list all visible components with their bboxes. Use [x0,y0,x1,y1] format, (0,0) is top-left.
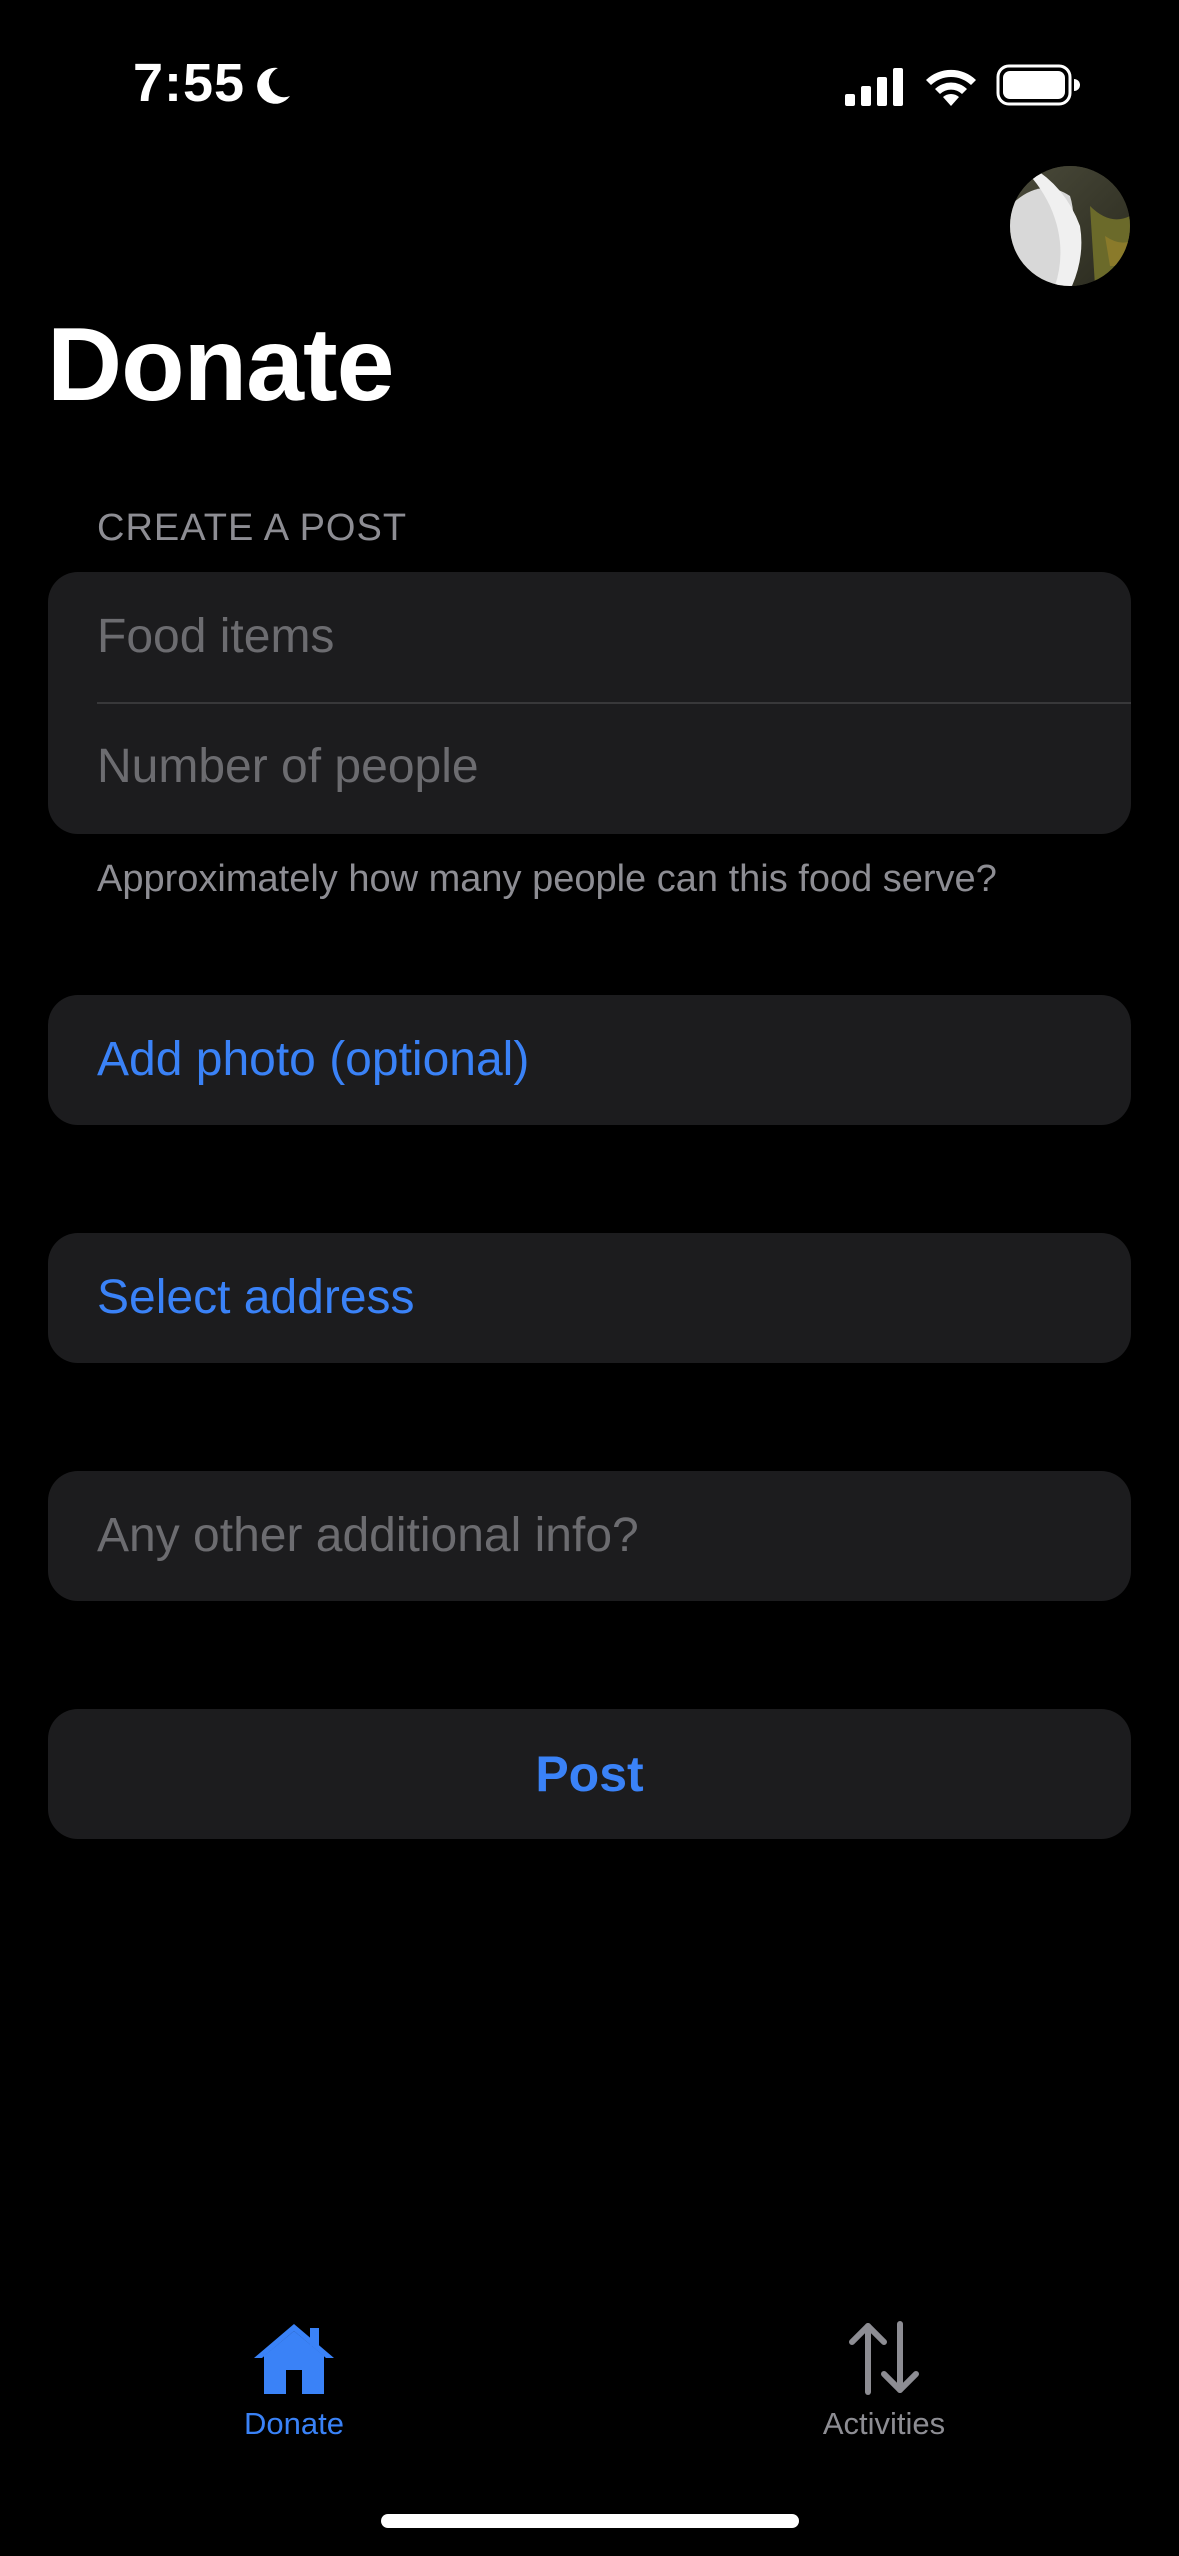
signal-icon [845,68,903,106]
status-time: 7:55 [133,53,246,113]
section-header: CREATE A POST [97,507,408,549]
select-address-button[interactable]: Select address [48,1233,1131,1363]
moon-icon [257,67,290,104]
additional-info-placeholder: Any other additional info? [97,1509,639,1562]
number-of-people-footer: Approximately how many people can this f… [97,858,997,900]
food-items-placeholder: Food items [97,610,335,663]
post-button-label: Post [535,1746,644,1802]
tab-donate[interactable]: Donate [144,2320,444,2480]
post-button[interactable]: Post [48,1709,1131,1839]
home-indicator[interactable] [381,2514,799,2528]
additional-info-field[interactable]: Any other additional info? [48,1471,1131,1601]
arrows-up-down-icon [849,2321,919,2395]
add-photo-label: Add photo (optional) [97,1033,530,1086]
add-photo-button[interactable]: Add photo (optional) [48,995,1131,1125]
tab-activities-label: Activities [822,2406,946,2441]
page-title: Donate [47,307,394,423]
tab-donate-label: Donate [244,2406,344,2441]
status-bar: 7:55 [0,0,1179,170]
food-items-field[interactable]: Food items [48,572,1131,702]
avatar-image [1010,166,1130,286]
post-details-group: Food items Number of people [48,572,1131,834]
house-icon [254,2324,334,2394]
wifi-icon [926,69,976,106]
profile-avatar[interactable] [1010,166,1130,286]
number-of-people-field[interactable]: Number of people [48,702,1131,832]
number-of-people-placeholder: Number of people [97,740,479,793]
tab-activities[interactable]: Activities [734,2320,1034,2480]
battery-icon [996,64,1080,106]
select-address-label: Select address [97,1271,415,1324]
